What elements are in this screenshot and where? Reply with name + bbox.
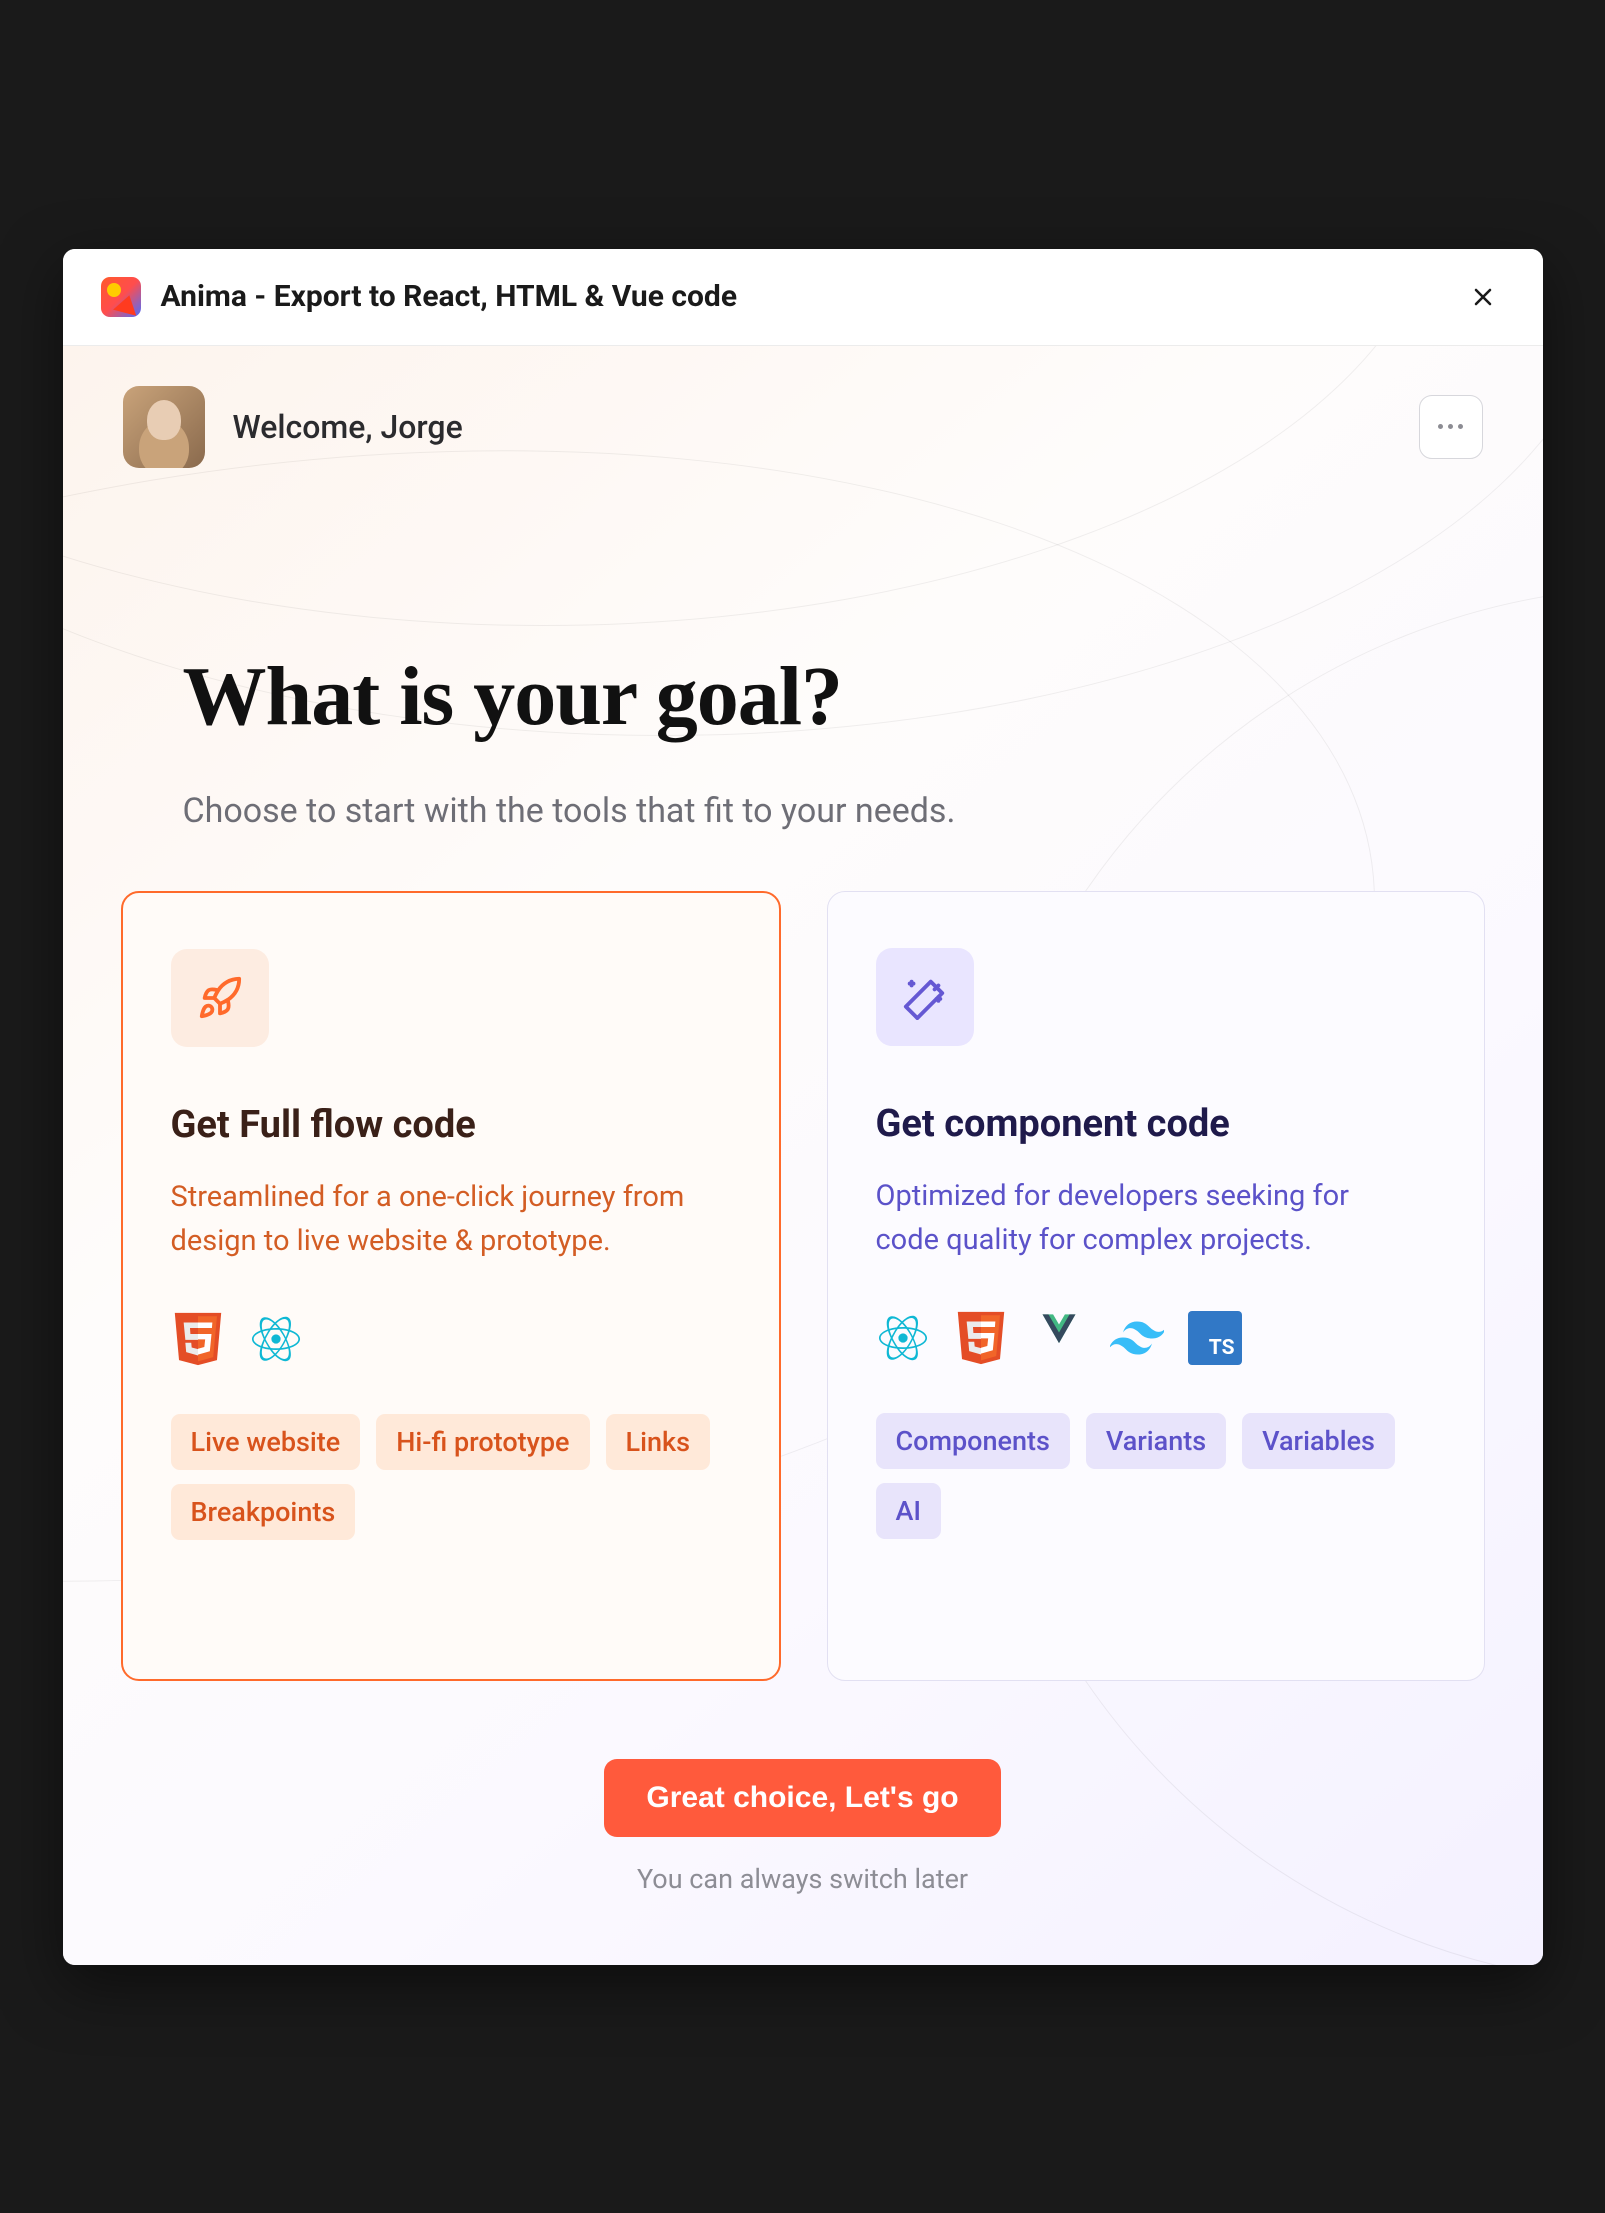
html5-icon <box>171 1312 225 1366</box>
pill-live-website: Live website <box>171 1414 361 1470</box>
onboarding-modal: Anima - Export to React, HTML & Vue code… <box>63 249 1543 1965</box>
rocket-icon <box>197 975 243 1021</box>
card-title: Get component code <box>876 1102 1436 1146</box>
card-icon-wrap <box>171 949 269 1047</box>
pill-breakpoints: Breakpoints <box>171 1484 356 1540</box>
tech-icons-row: TS <box>876 1311 1436 1365</box>
footer-section: Great choice, Let's go You can always sw… <box>63 1681 1543 1895</box>
close-button[interactable] <box>1461 275 1505 319</box>
content-area: Welcome, Jorge What is your goal? Choose… <box>63 346 1543 1965</box>
tailwind-icon <box>1110 1311 1164 1365</box>
page-subtitle: Choose to start with the tools that fit … <box>183 791 1423 831</box>
pill-variants: Variants <box>1086 1413 1226 1469</box>
titlebar: Anima - Export to React, HTML & Vue code <box>63 249 1543 346</box>
magic-wand-icon <box>902 974 948 1020</box>
html5-icon <box>954 1311 1008 1365</box>
vue-icon <box>1032 1311 1086 1365</box>
anima-app-icon <box>101 277 141 317</box>
pill-components: Components <box>876 1413 1070 1469</box>
typescript-icon: TS <box>1188 1311 1242 1365</box>
pill-hifi-prototype: Hi-fi prototype <box>376 1414 589 1470</box>
user-avatar <box>123 386 205 468</box>
feature-pills: Components Variants Variables AI <box>876 1413 1436 1539</box>
close-icon <box>1469 283 1497 311</box>
user-block: Welcome, Jorge <box>123 386 463 468</box>
card-description: Streamlined for a one-click journey from… <box>171 1175 691 1265</box>
goal-cards: Get Full flow code Streamlined for a one… <box>63 831 1543 1681</box>
pill-ai: AI <box>876 1483 942 1539</box>
dots-icon <box>1438 424 1443 429</box>
titlebar-left: Anima - Export to React, HTML & Vue code <box>101 277 738 317</box>
feature-pills: Live website Hi-fi prototype Links Break… <box>171 1414 731 1540</box>
card-component-code[interactable]: Get component code Optimized for develop… <box>827 891 1485 1681</box>
card-title: Get Full flow code <box>171 1103 731 1147</box>
page-title: What is your goal? <box>183 648 1423 745</box>
card-full-flow[interactable]: Get Full flow code Streamlined for a one… <box>121 891 781 1681</box>
tech-icons-row <box>171 1312 731 1366</box>
pill-variables: Variables <box>1242 1413 1395 1469</box>
react-icon <box>249 1312 303 1366</box>
continue-button[interactable]: Great choice, Let's go <box>604 1759 1000 1837</box>
welcome-text: Welcome, Jorge <box>233 408 463 446</box>
header-row: Welcome, Jorge <box>63 346 1543 468</box>
card-icon-wrap <box>876 948 974 1046</box>
pill-links: Links <box>606 1414 710 1470</box>
hero-section: What is your goal? Choose to start with … <box>63 468 1543 831</box>
footer-note: You can always switch later <box>63 1863 1543 1895</box>
more-menu-button[interactable] <box>1419 395 1483 459</box>
titlebar-title: Anima - Export to React, HTML & Vue code <box>161 279 738 314</box>
react-icon <box>876 1311 930 1365</box>
card-description: Optimized for developers seeking for cod… <box>876 1174 1396 1264</box>
